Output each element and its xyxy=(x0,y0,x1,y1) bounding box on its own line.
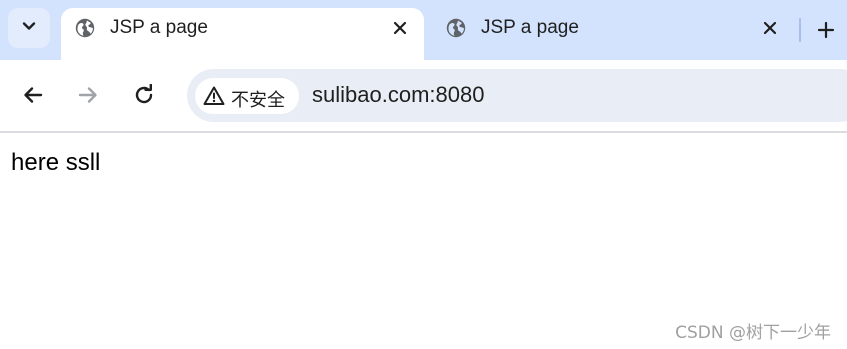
tab-close-button[interactable] xyxy=(758,16,782,40)
tab-search-button[interactable] xyxy=(8,8,50,48)
url-text[interactable]: sulibao.com:8080 xyxy=(312,82,484,108)
back-button[interactable] xyxy=(16,78,50,112)
close-icon xyxy=(393,21,407,35)
security-indicator[interactable]: 不安全 xyxy=(195,78,299,114)
tab-close-button[interactable] xyxy=(388,16,412,40)
new-tab-button[interactable] xyxy=(810,14,842,46)
warning-icon xyxy=(203,85,225,107)
plus-icon xyxy=(817,21,835,39)
tab-inactive[interactable]: JSP a page xyxy=(432,8,794,60)
globe-icon xyxy=(446,18,466,38)
reload-icon xyxy=(135,84,153,104)
forward-button[interactable] xyxy=(71,78,105,112)
toolbar: 不安全 sulibao.com:8080 xyxy=(0,60,847,131)
tab-title: JSP a page xyxy=(110,17,208,38)
toolbar-divider xyxy=(0,131,847,133)
address-bar[interactable]: 不安全 sulibao.com:8080 xyxy=(187,69,847,122)
arrow-right-icon xyxy=(78,87,97,103)
security-label: 不安全 xyxy=(231,90,285,111)
watermark: CSDN @树下一少年 xyxy=(675,323,831,343)
arrow-left-icon xyxy=(24,87,43,103)
chevron-down-icon xyxy=(21,18,37,39)
reload-button[interactable] xyxy=(127,78,161,112)
close-icon xyxy=(763,21,777,35)
tab-active[interactable]: JSP a page xyxy=(61,8,424,60)
tab-title: JSP a page xyxy=(481,17,579,38)
tab-strip: JSP a page JSP a page xyxy=(0,0,847,60)
tab-separator xyxy=(799,18,801,42)
page-body-text: here ssll xyxy=(11,149,101,176)
globe-icon xyxy=(75,18,95,38)
